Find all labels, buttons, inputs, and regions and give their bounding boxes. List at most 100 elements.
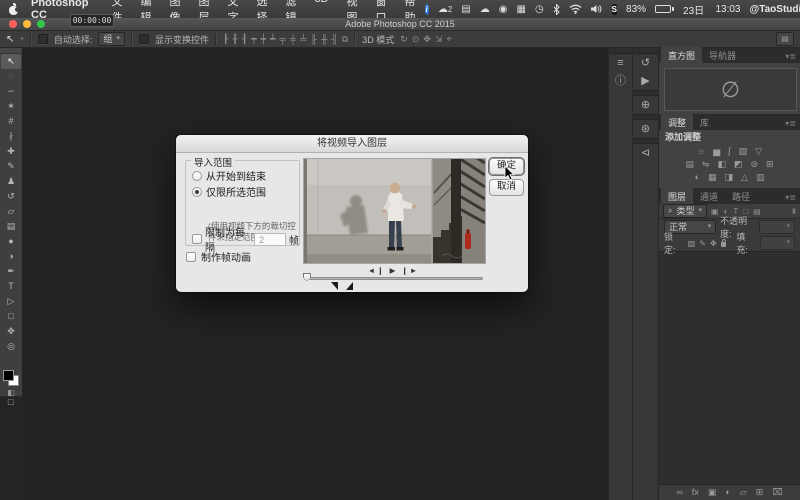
- quick-mask-button[interactable]: ◧: [7, 388, 15, 397]
- show-transform-checkbox[interactable]: [139, 34, 149, 44]
- color-panel-icon[interactable]: ≡: [609, 54, 632, 72]
- curves-icon[interactable]: ∫: [728, 145, 730, 158]
- distribute-left-icon[interactable]: ╟: [311, 34, 317, 45]
- camera-status-icon[interactable]: ▤: [461, 3, 470, 15]
- current-tool-icon[interactable]: ↖: [6, 34, 14, 45]
- tab-libraries[interactable]: 库: [693, 114, 716, 130]
- align-bottom-icon[interactable]: ┷: [270, 34, 275, 45]
- align-v-center-icon[interactable]: ┿: [261, 34, 266, 45]
- wifi-icon[interactable]: [569, 3, 582, 15]
- distribute-right-icon[interactable]: ╢: [331, 34, 337, 45]
- color-balance-icon[interactable]: ⇋: [702, 158, 710, 171]
- make-frame-animation-checkbox[interactable]: [186, 252, 196, 262]
- align-right-icon[interactable]: ┨: [242, 34, 247, 45]
- type-tool[interactable]: T: [1, 279, 21, 294]
- auto-align-layers-icon[interactable]: ⧉: [342, 34, 348, 45]
- tab-layers[interactable]: 图层: [661, 188, 693, 204]
- bluetooth-icon[interactable]: [553, 3, 560, 15]
- make-frame-animation-label[interactable]: 制作帧动画: [201, 249, 251, 264]
- tab-navigator[interactable]: 导航器: [702, 47, 743, 63]
- distribute-bottom-icon[interactable]: ╧: [300, 34, 306, 45]
- radio-from-start-to-end-label[interactable]: 从开始到结束: [206, 168, 266, 183]
- history-panel-icon[interactable]: ↺: [633, 54, 658, 72]
- filter-toggle[interactable]: ▮: [792, 207, 796, 215]
- zoom-tool[interactable]: ◎: [1, 339, 21, 354]
- 3d-panel-icon[interactable]: ⊛: [633, 120, 658, 138]
- battery-icon[interactable]: [655, 5, 674, 13]
- layer-style-icon[interactable]: fx: [692, 485, 699, 500]
- s-app-icon[interactable]: S: [612, 4, 617, 15]
- gradient-map-icon[interactable]: ▥: [756, 171, 765, 184]
- clone-source-panel-icon[interactable]: ⊕: [633, 96, 658, 114]
- history-brush-tool[interactable]: ↺: [1, 189, 21, 204]
- marquee-tool[interactable]: ◌: [1, 69, 21, 84]
- limit-frames-checkbox[interactable]: [192, 234, 202, 244]
- play-button[interactable]: ▶: [390, 266, 398, 275]
- path-selection-tool[interactable]: ▷: [1, 294, 21, 309]
- step-back-button[interactable]: ◄❙: [368, 266, 386, 275]
- audio-panel-icon[interactable]: ⊲: [633, 144, 658, 162]
- menubar-user[interactable]: @TaoStudio: [750, 4, 800, 15]
- invert-icon[interactable]: ◐: [695, 171, 700, 184]
- filter-kind-dropdown[interactable]: ⌕类型▾: [663, 204, 707, 218]
- layer-mask-icon[interactable]: ▣: [708, 485, 717, 500]
- black-white-icon[interactable]: ◧: [717, 158, 726, 171]
- crop-tool[interactable]: #: [1, 114, 21, 129]
- new-layer-icon[interactable]: ⊞: [756, 485, 764, 500]
- lock-pixels-icon[interactable]: ✎: [699, 239, 706, 248]
- channel-mixer-icon[interactable]: ⊚: [751, 158, 759, 171]
- filter-pixel-layers-icon[interactable]: ▣: [711, 207, 719, 216]
- 3d-roll-icon[interactable]: ⊙: [412, 34, 420, 45]
- panel-menu-icon[interactable]: ▾≣: [785, 119, 796, 128]
- cloud-sync-icon[interactable]: ☁2: [438, 3, 452, 15]
- auto-select-dropdown[interactable]: 组▾: [98, 32, 125, 46]
- gradient-tool[interactable]: ▤: [1, 219, 21, 234]
- distribute-v-center-icon[interactable]: ╪: [290, 34, 296, 45]
- lock-all-icon[interactable]: [721, 242, 727, 247]
- tab-paths[interactable]: 路径: [725, 188, 757, 204]
- eyedropper-tool[interactable]: ∤: [1, 129, 21, 144]
- panel-menu-icon[interactable]: ▾≣: [785, 52, 796, 61]
- align-top-icon[interactable]: ┯: [251, 34, 256, 45]
- apple-menu-icon[interactable]: [8, 4, 19, 15]
- fill-dropdown[interactable]: ▾: [760, 236, 795, 250]
- cancel-button[interactable]: 取消: [489, 179, 524, 196]
- clone-stamp-tool[interactable]: ♟: [1, 174, 21, 189]
- pen-tool[interactable]: ✒: [1, 264, 21, 279]
- color-lookup-icon[interactable]: ⊞: [766, 158, 774, 171]
- step-forward-button[interactable]: ❙►: [401, 266, 419, 275]
- opacity-dropdown[interactable]: ▾: [759, 220, 795, 234]
- tab-adjustments[interactable]: 调整: [661, 114, 693, 130]
- link-layers-icon[interactable]: ∞: [676, 485, 682, 500]
- dialog-title[interactable]: 将视频导入图层: [176, 135, 528, 153]
- brush-tool[interactable]: ✎: [1, 159, 21, 174]
- hand-tool[interactable]: ✥: [1, 324, 21, 339]
- color-swatches[interactable]: [3, 370, 19, 386]
- threshold-icon[interactable]: ◨: [725, 171, 734, 184]
- posterize-icon[interactable]: ▦: [708, 171, 717, 184]
- dodge-tool[interactable]: ◑: [1, 249, 21, 264]
- trim-in-marker[interactable]: [331, 282, 338, 290]
- new-adjustment-layer-icon[interactable]: ◐: [725, 485, 730, 500]
- healing-brush-tool[interactable]: ✚: [1, 144, 21, 159]
- 3d-orbit-icon[interactable]: ↻: [400, 34, 408, 45]
- radio-selected-range-only-label[interactable]: 仅限所选范围: [206, 184, 266, 199]
- video-scrubber-track[interactable]: [304, 277, 483, 280]
- volume-icon[interactable]: [591, 3, 603, 15]
- quick-selection-tool[interactable]: ✶: [1, 99, 21, 114]
- align-h-center-icon[interactable]: ╂: [232, 34, 237, 45]
- tab-histogram[interactable]: 直方图: [661, 47, 702, 63]
- panel-menu-icon[interactable]: ▾≣: [785, 193, 796, 202]
- clock-status-icon[interactable]: ◷: [535, 3, 544, 15]
- shape-tool[interactable]: □: [1, 309, 21, 324]
- photo-filter-icon[interactable]: ◩: [734, 158, 743, 171]
- levels-icon[interactable]: ▅: [713, 145, 720, 158]
- distribute-top-icon[interactable]: ╤: [280, 34, 286, 45]
- record-status-icon[interactable]: ◉: [499, 3, 508, 15]
- info-panel-icon[interactable]: ⓘ: [609, 72, 632, 90]
- move-tool[interactable]: ↖: [1, 54, 21, 69]
- menubar-time[interactable]: 13:03: [715, 4, 740, 15]
- vibrance-icon[interactable]: ▽: [755, 145, 762, 158]
- lasso-tool[interactable]: ∽: [1, 84, 21, 99]
- cloud-status-icon[interactable]: ☁: [480, 3, 490, 15]
